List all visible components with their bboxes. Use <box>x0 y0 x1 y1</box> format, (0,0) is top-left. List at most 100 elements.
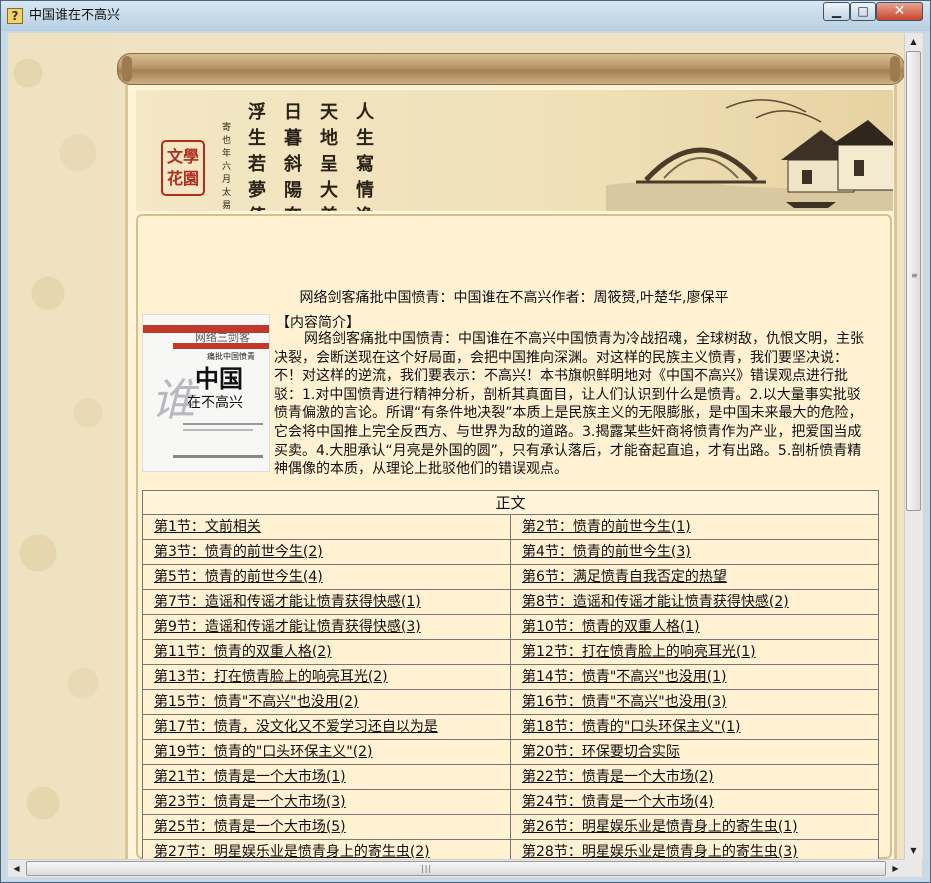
maximize-button[interactable]: □ <box>850 2 876 21</box>
chapter-link[interactable]: 第5节：愤青的前世今生(4) <box>154 569 323 585</box>
chapter-link[interactable]: 第11节：愤青的双重人格(2) <box>154 644 332 660</box>
table-row: 第25节：愤青是一个大市场(5) 第26节：明星娱乐业是愤青身上的寄生虫(1) <box>142 814 879 840</box>
chapter-cell: 第2节：愤青的前世今生(1) <box>510 514 879 540</box>
chapter-link[interactable]: 第1节：文前相关 <box>154 519 261 535</box>
bridge-painting <box>606 99 893 211</box>
chapter-link[interactable]: 第25节：愤青是一个大市场(5) <box>154 819 346 835</box>
scroll-up-arrow-icon[interactable]: ▲ <box>905 33 922 50</box>
table-row: 第11节：愤青的双重人格(2) 第12节：打在愤青脸上的响亮耳光(1) <box>142 639 879 665</box>
poem-line-4: 浮生若夢倚 <box>248 102 266 211</box>
left-background-texture <box>8 33 114 859</box>
question-icon: ? <box>7 8 23 24</box>
chapter-cell: 第25节：愤青是一个大市场(5) <box>142 814 511 840</box>
title-bar[interactable]: ? 中国谁在不高兴 ▁ □ ✕ <box>1 1 930 31</box>
chapter-link[interactable]: 第24节：愤青是一个大市场(4) <box>522 794 714 810</box>
cover-top-text: 网络三剑客 <box>195 330 250 344</box>
poem-inscription: 寄也年六月 太易 <box>222 123 232 211</box>
chapter-link[interactable]: 第7节：造谣和传谣才能让愤青获得快感(1) <box>154 594 421 610</box>
chapter-cell: 第4节：愤青的前世今生(3) <box>510 539 879 565</box>
close-button[interactable]: ✕ <box>876 2 923 21</box>
table-row: 第9节：造谣和传谣才能让愤青获得快感(3) 第10节：愤青的双重人格(1) <box>142 614 879 640</box>
table-row: 第19节：愤青的"口头环保主义"(2) 第20节：环保要切合实际 <box>142 739 879 765</box>
chapter-cell: 第9节：造谣和传谣才能让愤青获得快感(3) <box>142 614 511 640</box>
chapter-cell: 第11节：愤青的双重人格(2) <box>142 639 511 665</box>
banner: 文學花園 寄也年六月 太易 浮生若夢倚 日暮斜陽奔 天地呈大美 人生寫情逸 <box>136 90 893 211</box>
chapter-link[interactable]: 第28节：明星娱乐业是愤青身上的寄生虫(3) <box>522 844 798 859</box>
chapter-cell: 第20节：环保要切合实际 <box>510 739 879 765</box>
chapter-cell: 第21节：愤青是一个大市场(1) <box>142 764 511 790</box>
chapter-link[interactable]: 第19节：愤青的"口头环保主义"(2) <box>154 744 373 760</box>
chapter-link[interactable]: 第4节：愤青的前世今生(3) <box>522 544 691 560</box>
chapter-link[interactable]: 第13节：打在愤青脸上的响亮耳光(2) <box>154 669 388 685</box>
chapter-cell: 第24节：愤青是一个大市场(4) <box>510 789 879 815</box>
size-grip[interactable] <box>904 859 922 877</box>
chapter-cell: 第1节：文前相关 <box>142 514 511 540</box>
cover-small-title: 在不高兴 <box>187 394 243 411</box>
chapter-cell: 第28节：明星娱乐业是愤青身上的寄生虫(3) <box>510 839 879 859</box>
chapter-cell: 第12节：打在愤青脸上的响亮耳光(1) <box>510 639 879 665</box>
book-cover-image: 网络三剑客 痛批中国愤青 谁 中国 在不高兴 <box>142 314 270 472</box>
chapter-link[interactable]: 第27节：明星娱乐业是愤青身上的寄生虫(2) <box>154 844 430 859</box>
chapter-link[interactable]: 第21节：愤青是一个大市场(1) <box>154 769 346 785</box>
book-title: 网络剑客痛批中国愤青：中国谁在不高兴作者：周筱赟,叶楚华,廖保平 <box>299 290 729 306</box>
chapter-link[interactable]: 第15节：愤青"不高兴"也没用(2) <box>154 694 359 710</box>
scroll-down-arrow-icon[interactable]: ▼ <box>905 842 922 859</box>
chapter-cell: 第26节：明星娱乐业是愤青身上的寄生虫(1) <box>510 814 879 840</box>
chapter-cell: 第17节：愤青，没文化又不爱学习还自以为是 <box>142 714 511 740</box>
chapter-link[interactable]: 第26节：明星娱乐业是愤青身上的寄生虫(1) <box>522 819 798 835</box>
book-cover-art: 网络三剑客 痛批中国愤青 谁 中国 在不高兴 <box>143 315 269 471</box>
page-viewport: 文學花園 寄也年六月 太易 浮生若夢倚 日暮斜陽奔 天地呈大美 人生寫情逸 <box>8 33 923 859</box>
scroll-right-arrow-icon[interactable]: ▶ <box>887 860 904 877</box>
chapter-link[interactable]: 第8节：造谣和传谣才能让愤青获得快感(2) <box>522 594 789 610</box>
table-of-contents: 正文 第1节：文前相关 第2节：愤青的前世今生(1) 第3节：愤青的前世今生(2)… <box>142 490 879 859</box>
chapter-link[interactable]: 第10节：愤青的双重人格(1) <box>522 619 700 635</box>
content-panel: 文學花園 寄也年六月 太易 浮生若夢倚 日暮斜陽奔 天地呈大美 人生寫情逸 <box>125 85 897 859</box>
chapter-link[interactable]: 第9节：造谣和传谣才能让愤青获得快感(3) <box>154 619 421 635</box>
chapter-link[interactable]: 第22节：愤青是一个大市场(2) <box>522 769 714 785</box>
chapter-cell: 第6节：满足愤青自我否定的热望 <box>510 564 879 590</box>
vertical-scroll-thumb[interactable]: ≡ <box>906 51 921 511</box>
chapter-cell: 第8节：造谣和传谣才能让愤青获得快感(2) <box>510 589 879 615</box>
table-row: 第5节：愤青的前世今生(4) 第6节：满足愤青自我否定的热望 <box>142 564 879 590</box>
minimize-button[interactable]: ▁ <box>823 2 850 21</box>
chapter-cell: 第23节：愤青是一个大市场(3) <box>142 789 511 815</box>
intro-text: 网络剑客痛批中国愤青：中国谁在不高兴中国愤青为冷战招魂，全球树敌，仇恨文明，主张… <box>274 331 864 478</box>
chapter-cell: 第19节：愤青的"口头环保主义"(2) <box>142 739 511 765</box>
book-content-box: 网络剑客痛批中国愤青：中国谁在不高兴作者：周筱赟,叶楚华,廖保平 网络三剑客 痛… <box>136 214 892 859</box>
cover-big-text: 中国 <box>195 364 243 393</box>
chapter-link[interactable]: 第3节：愤青的前世今生(2) <box>154 544 323 560</box>
table-row: 第15节：愤青"不高兴"也没用(2) 第16节：愤青"不高兴"也没用(3) <box>142 689 879 715</box>
table-row: 第27节：明星娱乐业是愤青身上的寄生虫(2) 第28节：明星娱乐业是愤青身上的寄生… <box>142 839 879 859</box>
cover-sub-text: 痛批中国愤青 <box>207 351 255 361</box>
chapter-cell: 第27节：明星娱乐业是愤青身上的寄生虫(2) <box>142 839 511 859</box>
chapter-link[interactable]: 第16节：愤青"不高兴"也没用(3) <box>522 694 727 710</box>
chapter-cell: 第3节：愤青的前世今生(2) <box>142 539 511 565</box>
chapter-link[interactable]: 第14节：愤青"不高兴"也没用(1) <box>522 669 727 685</box>
scroll-left-arrow-icon[interactable]: ◀ <box>8 860 25 877</box>
horizontal-scroll-thumb[interactable]: ||| <box>26 861 886 876</box>
chapter-link[interactable]: 第12节：打在愤青脸上的响亮耳光(1) <box>522 644 756 660</box>
chapter-cell: 第14节：愤青"不高兴"也没用(1) <box>510 664 879 690</box>
grip-icon: ||| <box>421 864 433 873</box>
table-row: 第7节：造谣和传谣才能让愤青获得快感(1) 第8节：造谣和传谣才能让愤青获得快感(… <box>142 589 879 615</box>
chapter-cell: 第7节：造谣和传谣才能让愤青获得快感(1) <box>142 589 511 615</box>
chapter-cell: 第18节：愤青的"口头环保主义"(1) <box>510 714 879 740</box>
chapter-link[interactable]: 第6节：满足愤青自我否定的热望 <box>522 569 727 585</box>
chapter-link[interactable]: 第23节：愤青是一个大市场(3) <box>154 794 346 810</box>
chapter-cell: 第16节：愤青"不高兴"也没用(3) <box>510 689 879 715</box>
chapter-link[interactable]: 第20节：环保要切合实际 <box>522 744 680 760</box>
chapter-link[interactable]: 第18节：愤青的"口头环保主义"(1) <box>522 719 741 735</box>
table-row: 第23节：愤青是一个大市场(3) 第24节：愤青是一个大市场(4) <box>142 789 879 815</box>
chapter-link[interactable]: 第17节：愤青，没文化又不爱学习还自以为是 <box>154 719 438 735</box>
table-row: 第1节：文前相关 第2节：愤青的前世今生(1) <box>142 514 879 540</box>
grip-icon: ≡ <box>911 271 918 280</box>
vertical-scrollbar[interactable]: ▲ ≡ ▼ <box>904 33 922 859</box>
table-row: 第17节：愤青，没文化又不爱学习还自以为是 第18节：愤青的"口头环保主义"(1) <box>142 714 879 740</box>
table-row: 第13节：打在愤青脸上的响亮耳光(2) 第14节：愤青"不高兴"也没用(1) <box>142 664 879 690</box>
poem-line-3: 日暮斜陽奔 <box>284 102 302 211</box>
horizontal-scrollbar[interactable]: ◀ ||| ▶ <box>8 859 904 877</box>
chapter-link[interactable]: 第2节：愤青的前世今生(1) <box>522 519 691 535</box>
seal-stamp: 文學花園 <box>161 140 205 196</box>
app-window: ? 中国谁在不高兴 ▁ □ ✕ 文學花園 寄也年六月 太易 浮生若夢倚 日暮斜陽… <box>0 0 931 883</box>
poem-line-1: 人生寫情逸 <box>356 102 374 211</box>
